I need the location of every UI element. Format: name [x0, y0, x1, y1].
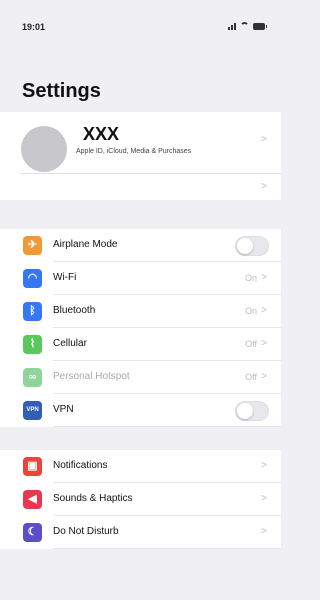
row-label: Sounds & Haptics: [53, 493, 133, 504]
chevron-right-icon: >: [261, 181, 267, 192]
chevron-right-icon: >: [261, 493, 267, 504]
general-group: ▣ Notifications > ◀ Sounds & Haptics > ☾ Do Not…: [0, 450, 281, 549]
moon-icon: ☾: [23, 523, 42, 542]
notifications-icon: ▣: [23, 457, 42, 476]
settings-row-personal-hotspot[interactable]: ∞ Personal Hotspot Off >: [0, 361, 281, 394]
chevron-right-icon: >: [261, 134, 267, 145]
row-label: VPN: [53, 404, 74, 415]
cellular-icon: ⌇: [23, 335, 42, 354]
page-title: Settings: [22, 80, 101, 102]
wifi-icon: ◠: [23, 269, 42, 288]
settings-row-notifications[interactable]: ▣ Notifications >: [0, 450, 281, 483]
chevron-right-icon: >: [261, 272, 267, 283]
connectivity-group: ✈ Airplane Mode ◠ Wi-Fi On > ᛒ Bluetooth On > ⌇ Cel…: [0, 229, 281, 427]
row-label: Airplane Mode: [53, 239, 118, 250]
row-label: Bluetooth: [53, 305, 96, 316]
signal-icon: [228, 22, 236, 30]
row-label: Personal Hotspot: [53, 371, 130, 382]
status-time: 19:01: [22, 22, 46, 32]
row-value: On: [244, 306, 257, 316]
chevron-right-icon: >: [261, 338, 267, 349]
vpn-icon: VPN: [23, 401, 42, 420]
chevron-right-icon: >: [261, 460, 267, 471]
toggle-switch[interactable]: [235, 236, 269, 256]
settings-row-vpn[interactable]: VPN VPN: [0, 394, 281, 427]
row-label: Notifications: [53, 460, 108, 471]
profile-subtitle: Apple ID, iCloud, Media & Purchases: [76, 148, 192, 155]
chevron-right-icon: >: [261, 305, 267, 316]
row-value: Off: [245, 372, 257, 382]
row-label: Wi-Fi: [53, 272, 77, 283]
settings-row-sounds-haptics[interactable]: ◀ Sounds & Haptics >: [0, 483, 281, 516]
bluetooth-icon: ᛒ: [23, 302, 42, 321]
profile-group: XXX Apple ID, iCloud, Media & Purchases …: [0, 112, 281, 200]
avatar: [21, 126, 67, 172]
settings-row-do-not-disturb[interactable]: ☾ Do Not Disturb >: [0, 516, 281, 549]
profile-cell[interactable]: XXX Apple ID, iCloud, Media & Purchases …: [0, 112, 281, 173]
settings-row-wi-fi[interactable]: ◠ Wi-Fi On >: [0, 262, 281, 295]
settings-row-airplane-mode[interactable]: ✈ Airplane Mode: [0, 229, 281, 262]
settings-row-cellular[interactable]: ⌇ Cellular Off >: [0, 328, 281, 361]
row-label: Do Not Disturb: [53, 526, 119, 537]
row-label: Cellular: [53, 338, 87, 349]
chevron-right-icon: >: [261, 371, 267, 382]
battery-icon: [253, 23, 267, 30]
hotspot-icon: ∞: [23, 368, 42, 387]
divider: [53, 426, 281, 427]
settings-row-bluetooth[interactable]: ᛒ Bluetooth On >: [0, 295, 281, 328]
row-value: On: [244, 273, 257, 283]
status-bar: 19:01: [0, 0, 281, 44]
profile-secondary-cell[interactable]: >: [0, 174, 281, 200]
divider: [53, 548, 281, 549]
toggle-switch[interactable]: [235, 401, 269, 421]
row-value: Off: [245, 339, 257, 349]
chevron-right-icon: >: [261, 526, 267, 537]
status-icons: [228, 22, 267, 30]
wifi-status-icon: [240, 22, 249, 30]
sounds-icon: ◀: [23, 490, 42, 509]
airplane-icon: ✈: [23, 236, 42, 255]
profile-name: XXX: [83, 124, 120, 144]
